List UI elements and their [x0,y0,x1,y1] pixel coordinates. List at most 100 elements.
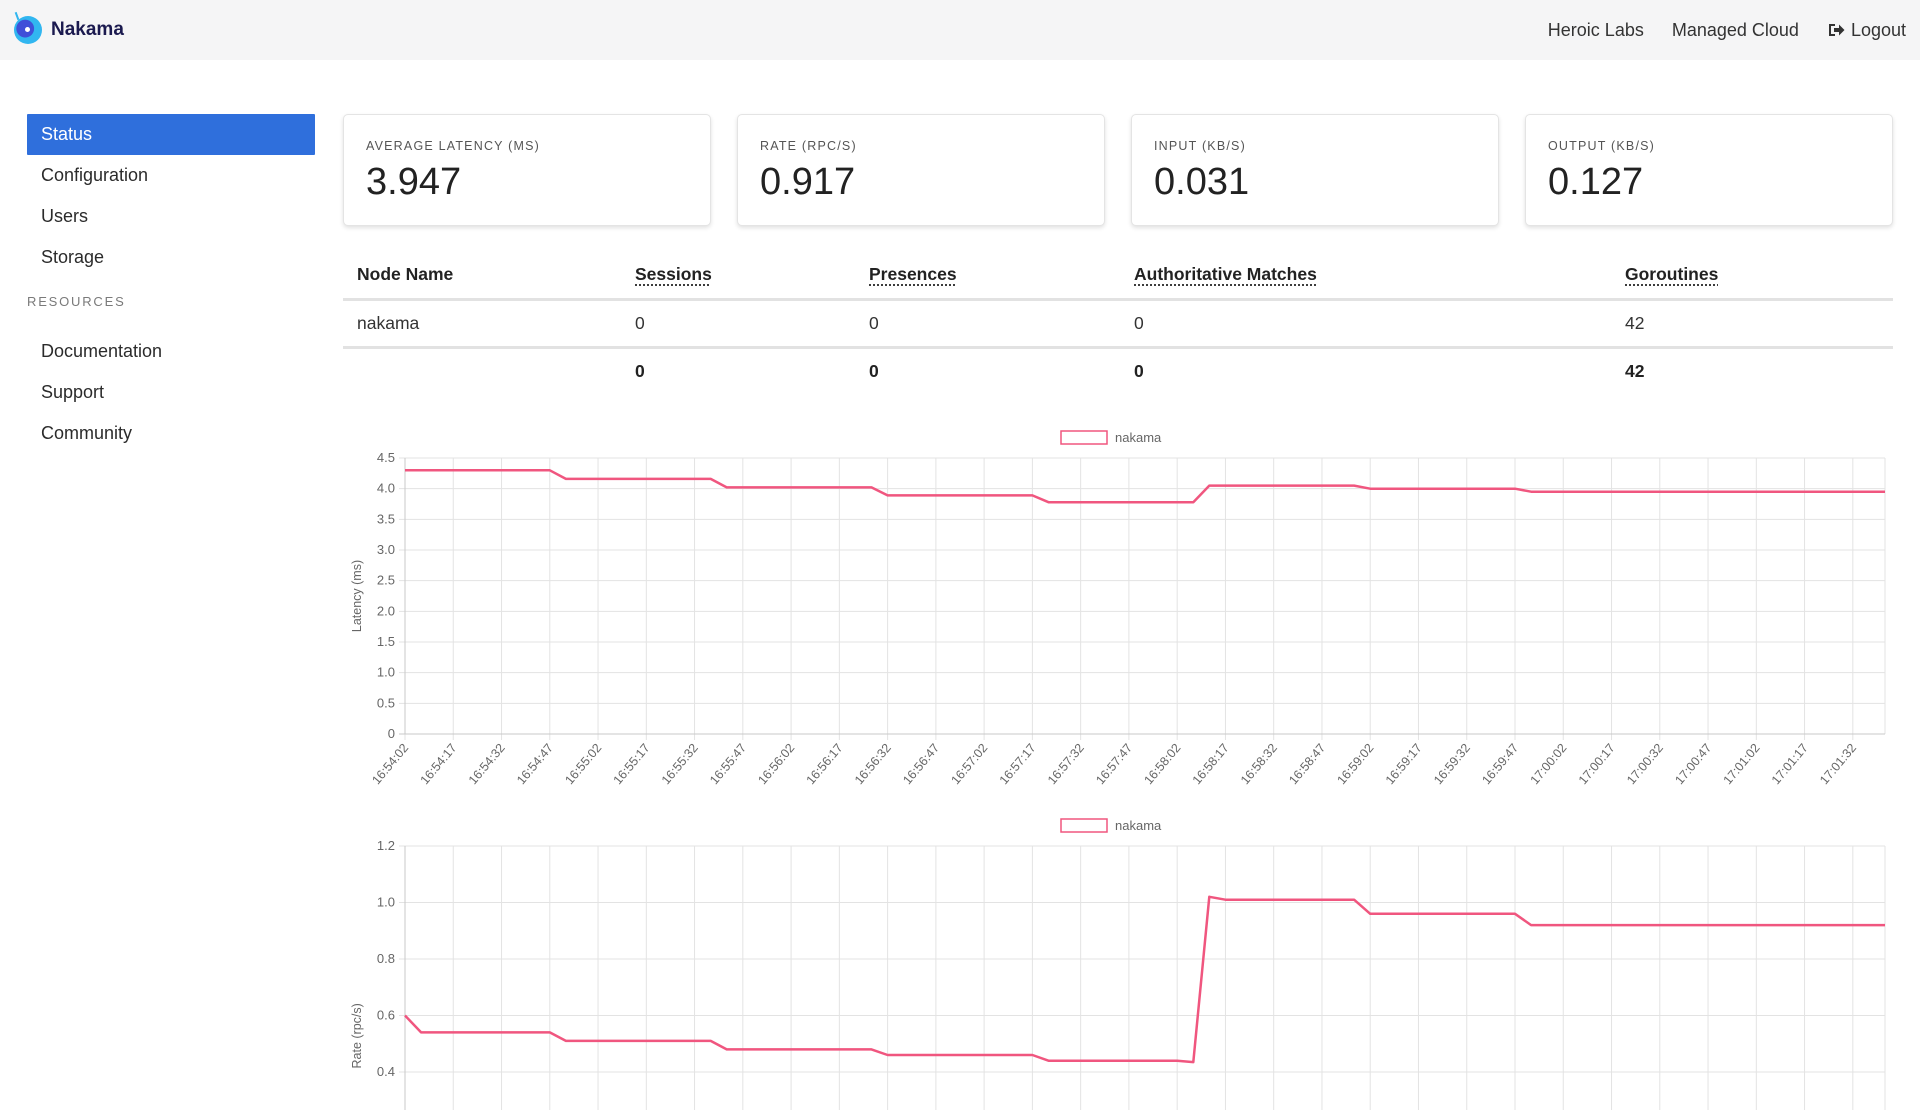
x-tick-label: 16:54:17 [418,741,460,787]
column-header-authoritative-matches: Authoritative Matches [1120,252,1611,301]
x-tick-label: 16:54:47 [514,741,556,787]
x-tick-label: 17:00:02 [1528,741,1570,787]
sidebar-item-documentation[interactable]: Documentation [27,331,315,372]
x-tick-label: 16:57:02 [948,741,990,787]
x-tick-label: 16:56:17 [804,741,846,787]
stat-value: 3.947 [366,161,462,203]
logout-icon [1828,24,1845,36]
y-tick-label: 1.0 [377,895,395,910]
sidebar-item-label: Configuration [41,165,149,185]
series-line-nakama [405,469,1885,504]
x-tick-label: 16:57:47 [1093,741,1135,787]
cell-presences: 0 [855,299,1120,349]
x-tick-label: 16:59:32 [1431,741,1473,787]
stat-card-rate: RATE (RPC/S) 0.917 [737,114,1105,226]
x-tick-label: 16:55:32 [659,741,701,787]
x-tick-label: 16:55:02 [562,741,604,787]
y-tick-label: 0.8 [377,951,395,966]
y-tick-label: 2.5 [377,573,395,588]
nav-link-heroic-labs[interactable]: Heroic Labs [1548,20,1644,41]
x-tick-label: 16:57:17 [997,741,1039,787]
x-tick-label: 17:01:02 [1721,741,1763,787]
x-tick-label: 17:00:47 [1672,741,1714,787]
legend-label: nakama [1115,818,1162,833]
x-tick-label: 17:01:32 [1817,741,1859,787]
table-header-row: Node Name Sessions Presences Authoritati… [343,252,1893,301]
sidebar-item-users[interactable]: Users [27,196,315,237]
column-header-node-name: Node Name [343,252,621,301]
total-goroutines: 42 [1625,361,1645,382]
column-header-sessions: Sessions [621,252,855,301]
nav-link-managed-cloud[interactable]: Managed Cloud [1672,20,1799,41]
sidebar: Status Configuration Users Storage RESOU… [27,114,315,454]
stat-label: AVERAGE LATENCY (MS) [366,139,541,153]
cell-sessions: 0 [621,299,855,349]
y-tick-label: 3.5 [377,511,395,526]
x-tick-label: 16:56:32 [852,741,894,787]
top-navbar: Nakama Heroic Labs Managed Cloud Logout [0,0,1920,60]
table-totals-row: 0 0 0 42 [343,347,1893,395]
sidebar-item-configuration[interactable]: Configuration [27,155,315,196]
sidebar-item-label: Documentation [41,341,163,361]
x-tick-label: 17:00:32 [1624,741,1666,787]
total-sessions: 0 [635,361,645,382]
nav-link-label: Heroic Labs [1547,19,1644,40]
table-row: nakama 0 0 0 42 [343,299,1893,349]
column-header-presences: Presences [855,252,1120,301]
series-line-nakama [404,895,1885,1064]
x-tick-label: 16:54:02 [369,741,411,787]
stat-cards: AVERAGE LATENCY (MS) 3.947 RATE (RPC/S) … [343,114,1893,226]
y-axis-title: Rate (rpc/s) [350,1003,364,1068]
nakama-logo-icon [14,16,42,44]
y-tick-label: 0 [388,726,395,741]
y-axis-title: Latency (ms) [350,560,364,632]
brand[interactable]: Nakama [14,16,124,44]
sidebar-item-label: Support [41,382,105,402]
chart-legend: nakama [1060,818,1162,833]
stat-label: RATE (RPC/S) [760,139,857,153]
y-tick-label: 1.0 [377,665,395,680]
legend-label: nakama [1115,430,1162,445]
stat-card-output: OUTPUT (KB/S) 0.127 [1525,114,1893,226]
stat-label: INPUT (KB/S) [1154,139,1246,153]
cell-goroutines: 42 [1611,299,1893,349]
x-tick-label: 16:58:02 [1141,741,1183,787]
y-tick-label: 0.5 [377,695,395,710]
sidebar-item-label: Status [41,124,93,144]
cell-node-name: nakama [343,299,621,349]
rate-chart-svg: nakama 0.4 0.6 0.8 1.0 1.2 Rate (rpc/s) [350,818,1886,1110]
legend-swatch [1060,818,1108,833]
total-authoritative-matches: 0 [1134,361,1144,382]
x-tick-label: 16:59:47 [1479,741,1521,787]
x-tick-label: 16:58:47 [1286,741,1328,787]
stat-card-input: INPUT (KB/S) 0.031 [1131,114,1499,226]
logout-button[interactable]: Logout [1827,20,1906,41]
y-tick-label: 0.6 [377,1008,395,1023]
rate-chart: nakama 0.4 0.6 0.8 1.0 1.2 Rate (rpc/s) [343,812,1893,1110]
latency-chart: nakama 0 0.5 1.0 1.5 2.0 2.5 3.0 3.5 4.0 4.5 Latenc… [343,425,1893,795]
sidebar-item-storage[interactable]: Storage [27,237,315,278]
y-tick-label: 2.0 [377,603,395,618]
x-tick-label: 16:57:32 [1045,741,1087,787]
sidebar-item-label: Users [41,206,89,226]
sidebar-item-community[interactable]: Community [27,413,315,454]
y-tick-label: 1.2 [377,838,395,853]
x-tick-label: 16:55:47 [707,741,749,787]
stat-card-latency: AVERAGE LATENCY (MS) 3.947 [343,114,711,226]
stat-value: 0.127 [1548,161,1644,203]
y-tick-label: 4.5 [377,450,395,465]
sidebar-item-status[interactable]: Status [27,114,315,155]
column-header-goroutines: Goroutines [1611,252,1893,301]
sidebar-section-resources: RESOURCES [27,294,126,309]
x-tick-label: 16:59:02 [1335,741,1377,787]
x-tick-label: 16:59:17 [1383,741,1425,787]
x-tick-label: 16:56:47 [900,741,942,787]
y-tick-label: 3.0 [377,542,395,557]
sidebar-item-label: Community [41,423,133,443]
x-tick-label: 16:55:17 [611,741,653,787]
nav-link-label: Logout [1850,19,1906,40]
nav-link-label: Managed Cloud [1671,19,1799,40]
legend-swatch [1060,430,1108,445]
sidebar-item-support[interactable]: Support [27,372,315,413]
sidebar-item-label: Storage [41,247,105,267]
